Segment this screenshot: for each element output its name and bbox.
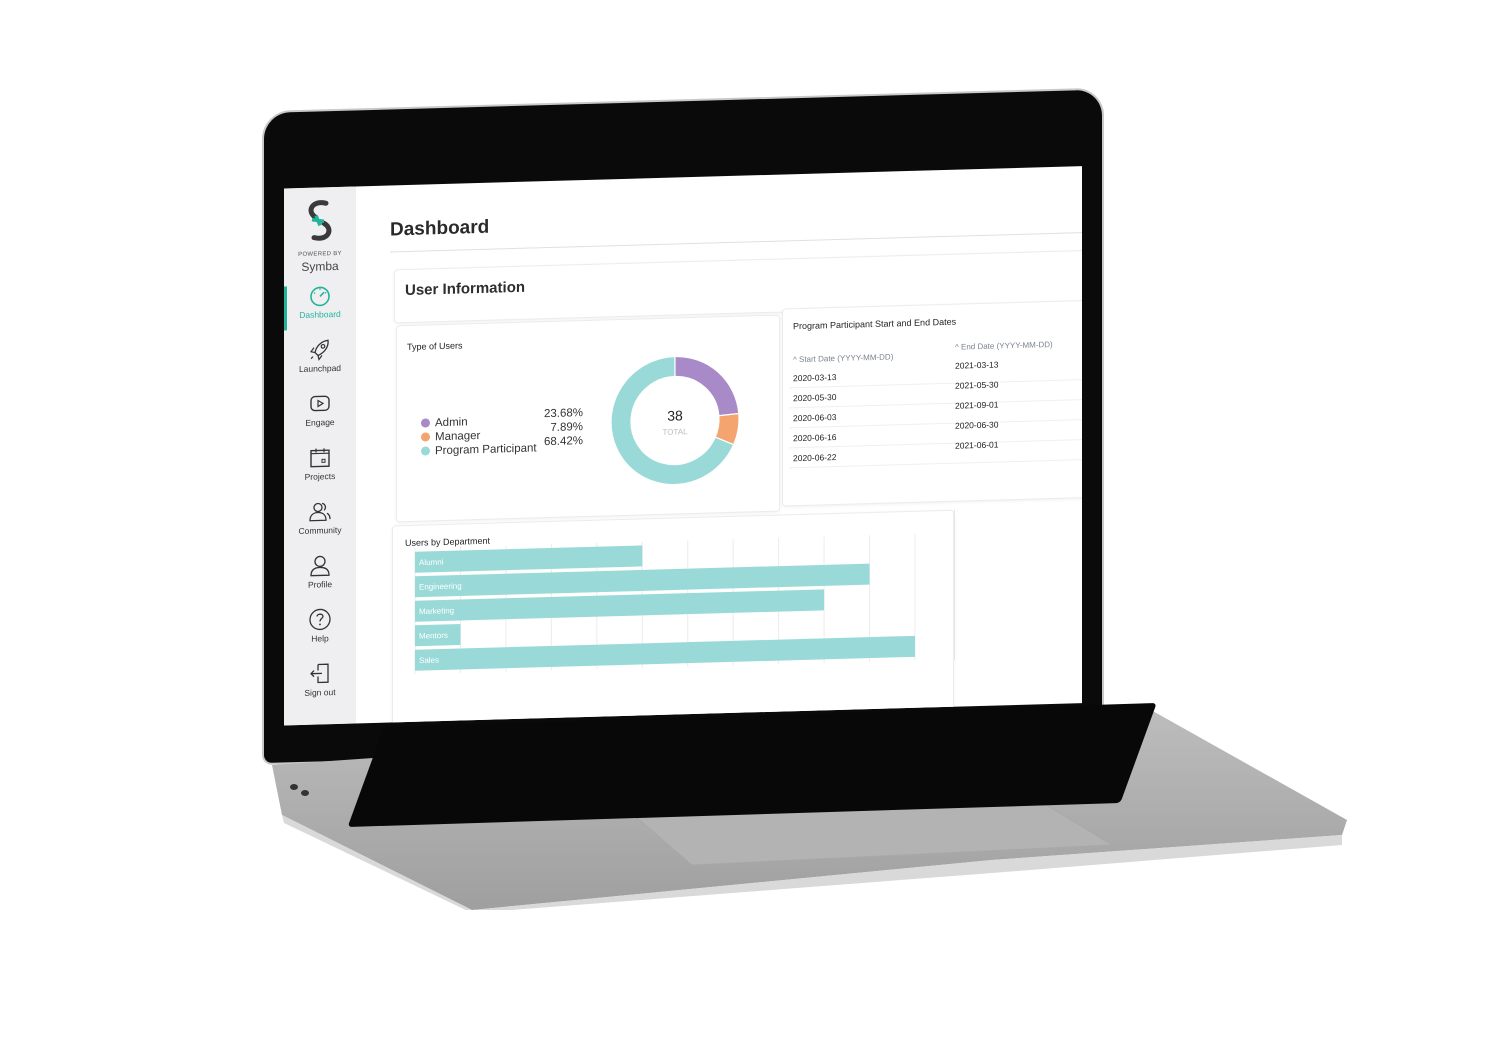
type-of-users-card: Type of Users Admin Manager Program Part… xyxy=(396,314,780,523)
start-date-cell: 2020-06-03 xyxy=(793,412,837,424)
legend-label: Admin xyxy=(435,416,468,430)
page-title: Dashboard xyxy=(390,216,490,241)
donut-slice-admin[interactable] xyxy=(674,355,740,417)
legend-label: Manager xyxy=(435,429,481,444)
card-title: Type of Users xyxy=(407,340,463,353)
end-date-cell: 2021-05-30 xyxy=(955,379,999,391)
end-date-cell: 2020-06-30 xyxy=(955,419,999,431)
sidebar-item-community[interactable]: Community xyxy=(284,496,356,552)
sidebar: POWERED BY Symba Dashboard Launchpad Eng… xyxy=(284,186,356,726)
header-label: Start Date (YYYY-MM-DD) xyxy=(798,352,894,365)
rocket-icon xyxy=(309,339,329,361)
question-icon xyxy=(309,608,331,631)
sidebar-item-label: Launchpad xyxy=(298,362,342,375)
legend-dot xyxy=(421,446,430,456)
sidebar-item-label: Profile xyxy=(307,579,333,590)
powered-by-label: POWERED BY xyxy=(298,250,342,259)
start-date-cell: 2020-06-22 xyxy=(793,452,837,464)
header-label: End Date (YYYY-MM-DD) xyxy=(960,339,1053,352)
section-title: User Information xyxy=(405,278,526,300)
users-icon xyxy=(309,502,331,522)
bar-label: Engineering xyxy=(419,581,462,591)
sidebar-item-label: Community xyxy=(298,524,342,537)
end-date-cell: 2021-03-13 xyxy=(955,359,999,371)
sidebar-item-label: Sign out xyxy=(304,687,336,698)
bar-chart: Alumni Engineering Marketing Mentors Sales xyxy=(414,533,916,675)
laptop-lid: POWERED BY Symba Dashboard Launchpad Eng… xyxy=(264,89,1102,764)
app-screen: POWERED BY Symba Dashboard Launchpad Eng… xyxy=(284,166,1082,726)
scrollbar-track[interactable] xyxy=(954,509,955,660)
start-date-header[interactable]: ^ Start Date (YYYY-MM-DD) xyxy=(793,352,893,364)
usb-port xyxy=(290,784,298,790)
legend-label: Program Participant xyxy=(435,442,537,458)
sidebar-item-label: Projects xyxy=(304,471,336,482)
sidebar-item-label: Dashboard xyxy=(299,308,341,321)
sidebar-item-engage[interactable]: Engage xyxy=(284,388,356,444)
donut-total: 38 xyxy=(667,407,683,423)
legend-percent: 23.68% xyxy=(543,407,583,421)
legend-dot xyxy=(421,432,430,442)
sidebar-item-label: Engage xyxy=(305,417,335,428)
sign-out-icon xyxy=(310,663,329,684)
title-divider xyxy=(390,232,1082,253)
user-icon xyxy=(310,555,330,577)
legend-item: Manager xyxy=(421,430,480,444)
main-content: Dashboard User Information Type of Users… xyxy=(356,166,1082,726)
end-date-header[interactable]: ^ End Date (YYYY-MM-DD) xyxy=(955,340,1053,352)
start-date-cell: 2020-05-30 xyxy=(793,392,837,404)
play-icon xyxy=(310,395,330,412)
legend-percent: 7.89% xyxy=(550,421,583,435)
end-date-cell: 2021-06-01 xyxy=(955,439,999,451)
bar-alumni[interactable] xyxy=(415,545,643,573)
bar-label: Marketing xyxy=(419,606,454,616)
legend-dot xyxy=(421,418,430,428)
bar-label: Alumni xyxy=(419,557,444,567)
start-date-cell: 2020-06-16 xyxy=(793,432,837,444)
dates-card: Program Participant Start and End Dates … xyxy=(782,299,1082,507)
bar-label: Sales xyxy=(419,656,439,666)
users-by-department-card: Users by Department Alumni Engineering Mar… xyxy=(392,509,954,726)
sidebar-item-help[interactable]: Help xyxy=(284,604,356,660)
calendar-icon xyxy=(310,448,330,468)
sidebar-item-projects[interactable]: Projects xyxy=(284,442,356,498)
start-date-cell: 2020-03-13 xyxy=(793,372,837,384)
sidebar-item-label: Help xyxy=(311,633,329,644)
end-date-cell: 2021-09-01 xyxy=(955,399,999,411)
sidebar-item-profile[interactable]: Profile xyxy=(284,550,356,606)
legend-item: Program Participant xyxy=(421,442,537,457)
speedometer-icon xyxy=(310,286,330,307)
symba-logo-icon xyxy=(308,200,332,241)
bar-sales[interactable] xyxy=(415,635,915,671)
usb-port xyxy=(301,790,309,796)
card-title: Program Participant Start and End Dates xyxy=(793,316,957,332)
brand-name: Symba xyxy=(301,258,339,274)
donut-chart: 38 TOTAL xyxy=(610,355,740,486)
laptop-base xyxy=(272,702,1347,910)
sidebar-item-dashboard[interactable]: Dashboard xyxy=(284,280,356,336)
sidebar-item-launchpad[interactable]: Launchpad xyxy=(284,334,356,390)
legend-percent: 68.42% xyxy=(543,435,583,449)
donut-total-label: TOTAL xyxy=(662,427,688,437)
bar-label: Mentors xyxy=(419,631,448,641)
legend-item: Admin xyxy=(421,416,468,429)
